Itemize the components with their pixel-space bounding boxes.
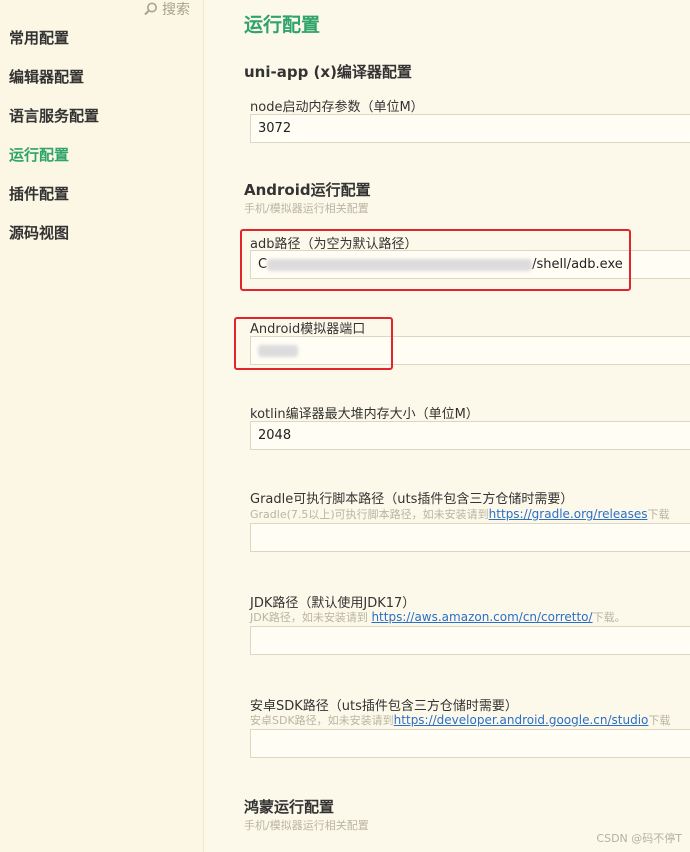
sidebar-item-source-view[interactable]: 源码视图 [0, 214, 204, 253]
search-icon [143, 1, 159, 17]
harmony-section-subtitle: 手机/模拟器运行相关配置 [244, 819, 369, 832]
page-title: 运行配置 [244, 14, 321, 36]
gradle-releases-link[interactable]: https://gradle.org/releases [489, 507, 648, 521]
gradle-hint-text: Gradle(7.5以上)可执行脚本路径，如未安装请到 [250, 508, 489, 521]
android-studio-link[interactable]: https://developer.android.google.cn/stud… [394, 713, 649, 727]
gradle-path-hint: Gradle(7.5以上)可执行脚本路径，如未安装请到https://gradl… [250, 506, 669, 522]
gradle-path-input[interactable] [250, 523, 690, 552]
android-sdk-hint: 安卓SDK路径，如未安装请到https://developer.android.… [250, 712, 670, 728]
node-memory-value: 3072 [258, 121, 292, 136]
sidebar-item-plugins[interactable]: 插件配置 [0, 175, 204, 214]
kotlin-heap-value: 2048 [258, 428, 292, 443]
sidebar-item-language-service[interactable]: 语言服务配置 [0, 97, 204, 136]
watermark: CSDN @码不停T [596, 832, 682, 845]
android-section-title: Android运行配置 [244, 181, 371, 199]
gradle-hint-suffix: 下载 [647, 508, 670, 521]
kotlin-heap-input[interactable]: 2048 [250, 421, 690, 450]
jdk-path-hint: JDK路径，如未安装请到 https://aws.amazon.com/cn/c… [250, 609, 626, 625]
android-section-subtitle: 手机/模拟器运行相关配置 [244, 202, 369, 215]
harmony-section-title: 鸿蒙运行配置 [244, 798, 335, 816]
sidebar-item-common[interactable]: 常用配置 [0, 19, 204, 58]
node-memory-input[interactable]: 3072 [250, 114, 690, 143]
uniapp-section-title: uni-app (x)编译器配置 [244, 63, 412, 81]
settings-nav: 常用配置 编辑器配置 语言服务配置 运行配置 插件配置 源码视图 [0, 19, 204, 253]
kotlin-heap-label: kotlin编译器最大堆内存大小（单位M） [250, 407, 479, 422]
sidebar-item-editor[interactable]: 编辑器配置 [0, 58, 204, 97]
settings-sidebar: 搜索 常用配置 编辑器配置 语言服务配置 运行配置 插件配置 源码视图 [0, 0, 204, 852]
corretto-link[interactable]: https://aws.amazon.com/cn/corretto/ [371, 610, 592, 624]
search-label: 搜索 [162, 2, 190, 18]
sdk-hint-suffix: 下载 [648, 714, 671, 727]
node-memory-label: node启动内存参数（单位M） [250, 100, 424, 115]
settings-content: 运行配置 uni-app (x)编译器配置 node启动内存参数（单位M） 30… [204, 0, 690, 852]
jdk-path-input[interactable] [250, 626, 690, 655]
search-button[interactable]: 搜索 [143, 0, 190, 18]
gradle-path-label: Gradle可执行脚本路径（uts插件包含三方仓储时需要） [250, 492, 574, 507]
jdk-hint-text: JDK路径，如未安装请到 [250, 611, 372, 624]
jdk-hint-suffix: 下载。 [592, 611, 626, 624]
sidebar-item-run[interactable]: 运行配置 [0, 136, 204, 175]
highlight-box-adb [240, 229, 631, 291]
sdk-hint-text: 安卓SDK路径，如未安装请到 [250, 714, 394, 727]
highlight-box-emulator-port [234, 317, 393, 370]
android-sdk-input[interactable] [250, 729, 690, 758]
